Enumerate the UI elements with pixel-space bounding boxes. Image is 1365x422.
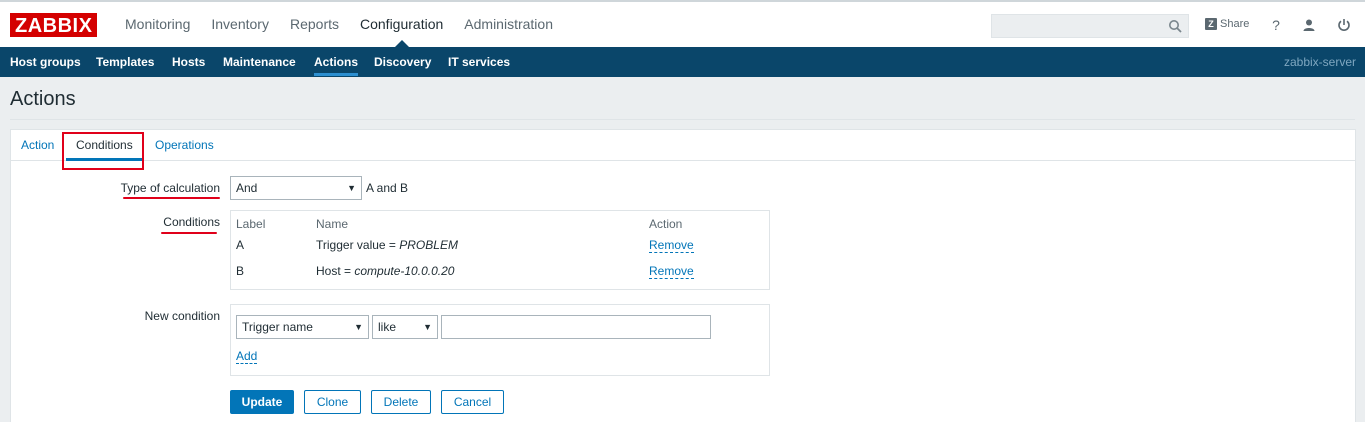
conditions-table: Label Name Action A Trigger value = PROB… xyxy=(230,210,770,290)
page-title: Actions xyxy=(10,88,76,110)
main-nav-configuration[interactable]: Configuration xyxy=(360,2,443,47)
conditions-label: Conditions xyxy=(163,215,220,229)
share-label: Share xyxy=(1220,18,1250,30)
condition-value-input[interactable] xyxy=(441,315,711,339)
condition-operator-select[interactable]: like ▼ xyxy=(372,315,438,339)
condition-name-a: Trigger value = PROBLEM xyxy=(316,238,458,252)
annotation-underline xyxy=(123,197,220,199)
main-nav-monitoring[interactable]: Monitoring xyxy=(125,2,190,47)
dropdown-arrow-icon: ▼ xyxy=(423,322,432,332)
condition-name-b: Host = compute-10.0.0.20 xyxy=(316,264,454,278)
subnav-it-services[interactable]: IT services xyxy=(448,47,510,77)
tab-action[interactable]: Action xyxy=(21,138,54,152)
update-button[interactable]: Update xyxy=(230,390,294,414)
main-nav-reports[interactable]: Reports xyxy=(290,2,339,47)
share-link[interactable]: Z Share xyxy=(1205,18,1249,30)
subnav-hosts[interactable]: Hosts xyxy=(172,47,205,77)
subnav-templates[interactable]: Templates xyxy=(96,47,154,77)
calculation-type-select[interactable]: And ▼ xyxy=(230,176,362,200)
condition-name-prefix: Host = xyxy=(316,264,355,278)
search-input[interactable] xyxy=(991,14,1189,38)
server-name: zabbix-server xyxy=(1283,55,1356,69)
calculation-type-value: And xyxy=(236,181,258,195)
calculation-formula: A and B xyxy=(366,181,409,195)
column-header-name: Name xyxy=(316,217,349,231)
condition-type-select[interactable]: Trigger name ▼ xyxy=(236,315,369,339)
annotation-highlight-box xyxy=(62,132,144,170)
subnav-discovery[interactable]: Discovery xyxy=(374,47,431,77)
condition-label-a: A xyxy=(236,238,245,252)
dropdown-arrow-icon: ▼ xyxy=(347,183,356,193)
condition-type-value: Trigger name xyxy=(242,320,313,334)
sub-nav: Host groups Templates Hosts Maintenance … xyxy=(0,47,1365,77)
condition-name-value: compute-10.0.0.20 xyxy=(354,264,455,278)
subnav-maintenance[interactable]: Maintenance xyxy=(223,47,296,77)
column-header-action: Action xyxy=(649,217,683,231)
main-nav-administration[interactable]: Administration xyxy=(464,2,553,47)
subnav-host-groups[interactable]: Host groups xyxy=(10,47,81,77)
cancel-button[interactable]: Cancel xyxy=(441,390,504,414)
type-of-calculation-label: Type of calculation xyxy=(120,181,220,195)
form-tabs: Action Conditions Operations xyxy=(11,130,1355,161)
annotation-underline xyxy=(161,232,217,234)
condition-name-value: PROBLEM xyxy=(399,238,458,252)
help-icon[interactable]: ? xyxy=(1267,16,1285,34)
search-icon[interactable] xyxy=(1168,19,1182,33)
dropdown-arrow-icon: ▼ xyxy=(354,322,363,332)
title-divider xyxy=(10,119,1355,120)
logout-icon[interactable] xyxy=(1335,16,1353,34)
clone-button[interactable]: Clone xyxy=(304,390,361,414)
condition-operator-value: like xyxy=(378,320,397,334)
zabbix-share-icon: Z xyxy=(1205,18,1217,30)
new-condition-label: New condition xyxy=(144,309,220,323)
main-nav: Monitoring Inventory Reports Configurati… xyxy=(125,2,574,47)
condition-name-prefix: Trigger value = xyxy=(316,238,400,252)
top-bar: ZABBIX Monitoring Inventory Reports Conf… xyxy=(0,0,1365,47)
add-condition-link[interactable]: Add xyxy=(236,350,258,364)
zabbix-logo[interactable]: ZABBIX xyxy=(10,13,98,37)
remove-condition-b-link[interactable]: Remove xyxy=(649,265,694,279)
tab-operations[interactable]: Operations xyxy=(155,138,214,152)
subnav-actions[interactable]: Actions xyxy=(314,47,359,77)
user-icon[interactable] xyxy=(1300,16,1318,34)
remove-condition-a-link[interactable]: Remove xyxy=(649,239,694,253)
main-nav-inventory[interactable]: Inventory xyxy=(211,2,269,47)
column-header-label: Label xyxy=(236,217,266,231)
delete-button[interactable]: Delete xyxy=(371,390,431,414)
condition-label-b: B xyxy=(236,264,245,278)
